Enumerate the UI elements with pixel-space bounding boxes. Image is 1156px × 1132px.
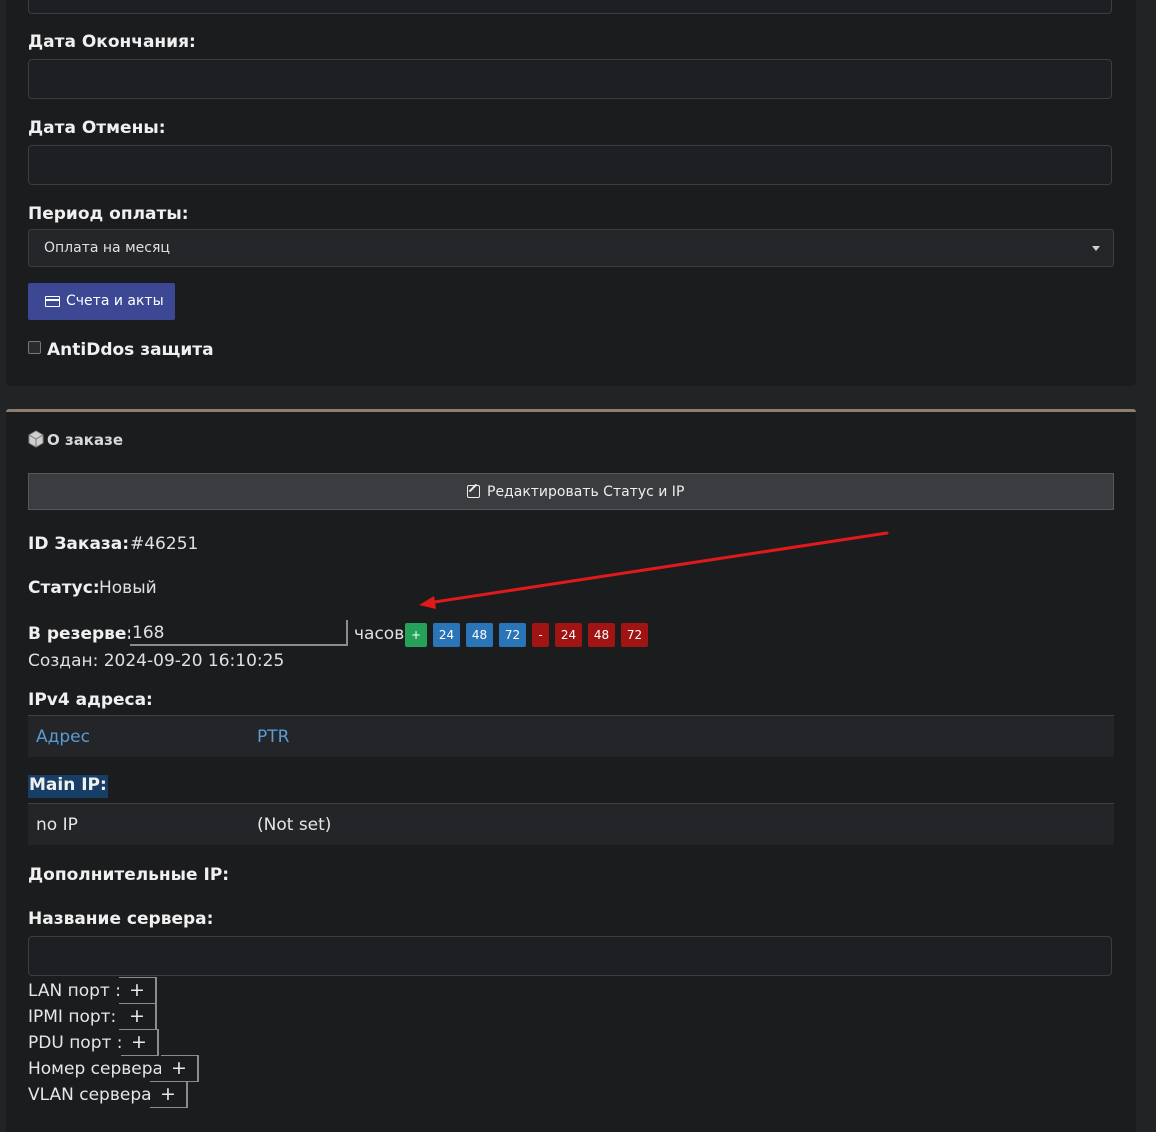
annotation-arrow [419, 531, 889, 609]
